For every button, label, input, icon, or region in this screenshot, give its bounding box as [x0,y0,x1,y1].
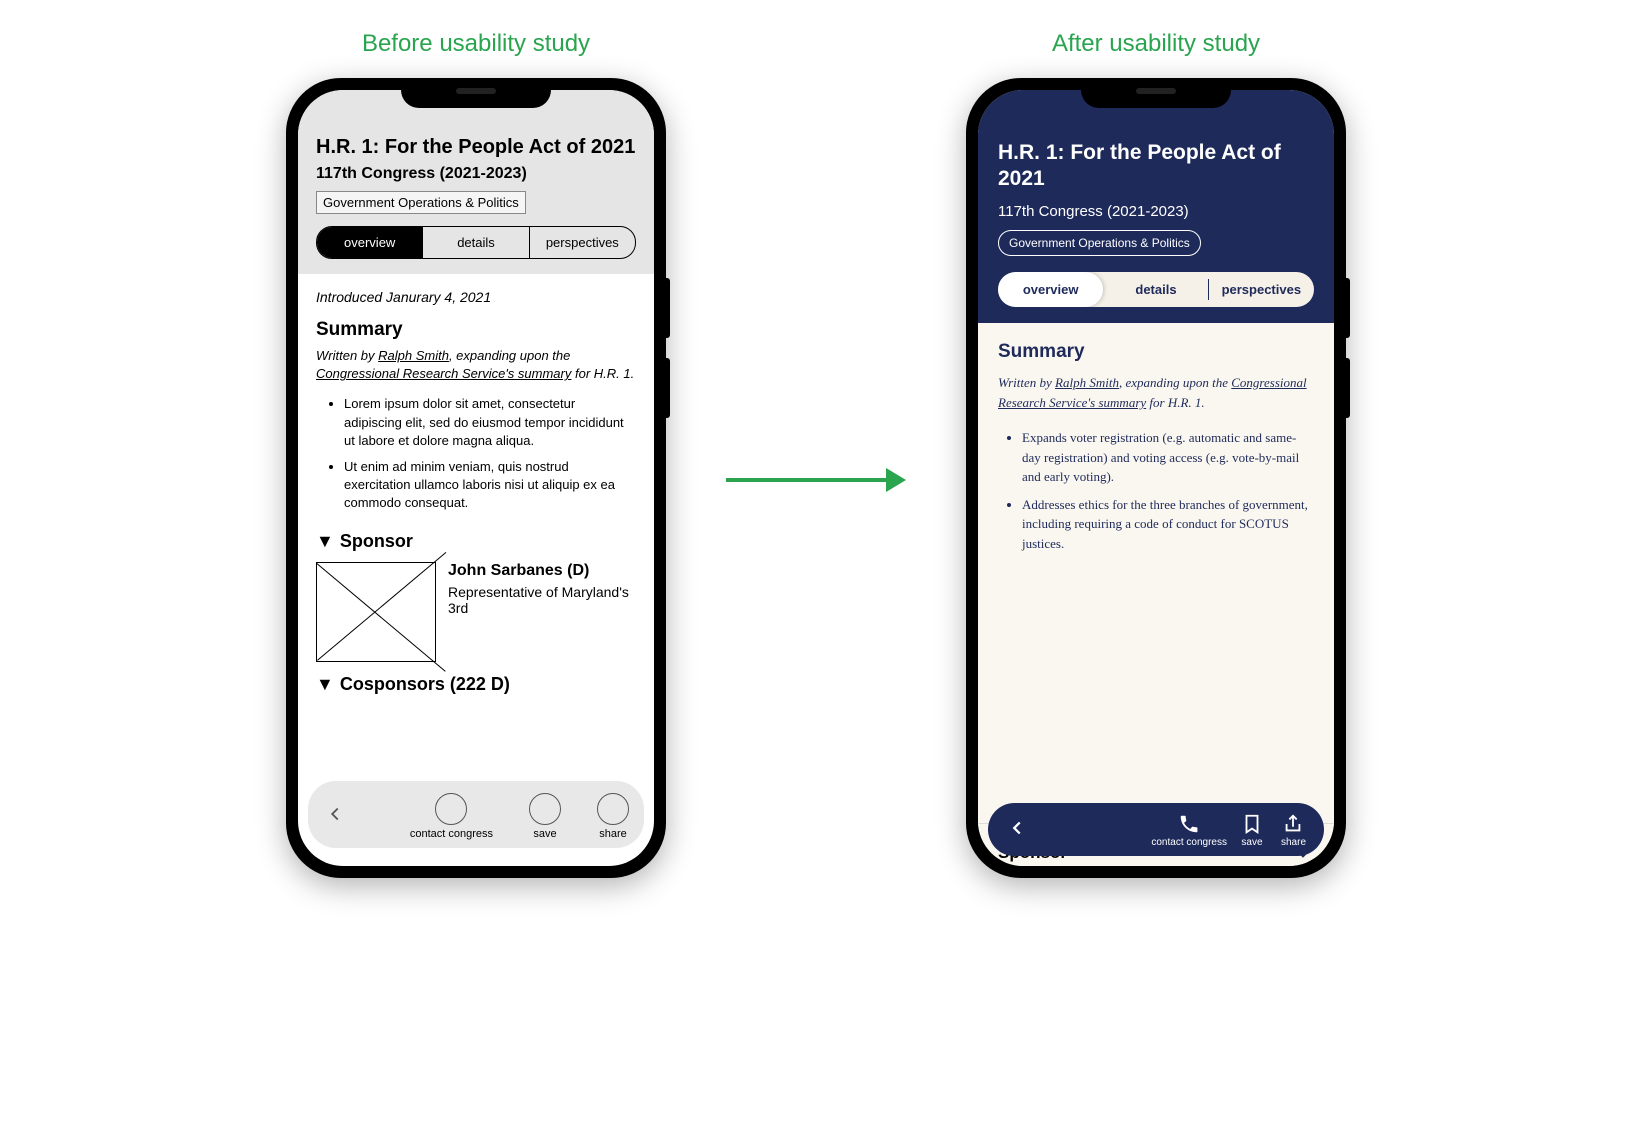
after-screen: H.R. 1: For the People Act of 2021 117th… [978,90,1334,866]
sponsor-info: John Sarbanes (D) Representative of Mary… [448,562,636,662]
before-heading: Before usability study [362,30,590,58]
share-button[interactable]: share [597,793,629,840]
circle-icon [597,793,629,825]
before-header: H.R. 1: For the People Act of 2021 117th… [298,90,654,274]
image-placeholder [316,562,436,662]
sponsor-name: John Sarbanes (D) [448,562,636,580]
share-button[interactable]: share [1281,813,1306,848]
share-icon [1282,813,1304,835]
bookmark-icon [1241,813,1263,835]
summary-bullet: Ut enim ad minim veniam, quis nostrud ex… [344,458,636,513]
before-column: Before usability study H.R. 1: For the P… [286,30,666,878]
summary-heading: Summary [998,341,1314,363]
before-phone-frame: H.R. 1: For the People Act of 2021 117th… [286,78,666,878]
arrow-right-icon [726,468,906,492]
after-heading: After usability study [1052,30,1260,58]
crs-summary-link[interactable]: Congressional Research Service's summary [316,366,571,381]
before-body: Introduced Janurary 4, 2021 Summary Writ… [298,274,654,710]
summary-bullet: Addresses ethics for the three branches … [1022,495,1314,554]
summary-bullets: Lorem ipsum dolor sit amet, consectetur … [316,395,636,512]
tab-bar: overview details perspectives [998,272,1314,307]
tab-perspectives[interactable]: perspectives [1209,272,1314,307]
tab-details[interactable]: details [1103,272,1208,307]
introduced-date: Introduced Janurary 4, 2021 [316,289,636,305]
congress-subtitle: 117th Congress (2021-2023) [998,203,1314,220]
sponsor-row: John Sarbanes (D) Representative of Mary… [316,562,636,662]
save-button[interactable]: save [529,793,561,840]
tab-perspectives[interactable]: perspectives [530,227,635,258]
summary-byline: Written by Ralph Smith, expanding upon t… [998,373,1314,415]
tab-overview[interactable]: overview [998,272,1103,307]
cosponsors-section-header[interactable]: ▼ Cosponsors (222 D) [316,674,636,695]
summary-heading: Summary [316,319,636,341]
tab-bar: overview details perspectives [316,226,636,259]
back-button[interactable] [1002,817,1032,845]
summary-bullet: Lorem ipsum dolor sit amet, consectetur … [344,395,636,450]
tab-details[interactable]: details [423,227,529,258]
tab-overview[interactable]: overview [317,227,423,258]
phone-icon [1178,813,1200,835]
after-column: After usability study H.R. 1: For the Pe… [966,30,1346,878]
after-body: Summary Written by Ralph Smith, expandin… [978,323,1334,823]
arrow-column [726,30,906,930]
circle-icon [435,793,467,825]
summary-bullets: Expands voter registration (e.g. automat… [998,428,1314,553]
triangle-down-icon: ▼ [316,674,334,695]
after-phone-frame: H.R. 1: For the People Act of 2021 117th… [966,78,1346,878]
contact-congress-button[interactable]: contact congress [410,793,493,840]
back-button[interactable] [318,803,352,831]
circle-icon [529,793,561,825]
sponsor-desc: Representative of Maryland's 3rd [448,584,636,616]
phone-notch [401,78,551,108]
chevron-left-icon [1006,817,1028,839]
triangle-down-icon: ▼ [316,531,334,552]
sponsor-section-header[interactable]: ▼ Sponsor [316,531,636,552]
phone-notch [1081,78,1231,108]
summary-bullet: Expands voter registration (e.g. automat… [1022,428,1314,487]
after-header: H.R. 1: For the People Act of 2021 117th… [978,90,1334,323]
author-link[interactable]: Ralph Smith [1055,375,1119,390]
save-button[interactable]: save [1241,813,1263,848]
bill-title: H.R. 1: For the People Act of 2021 [998,140,1314,193]
before-screen: H.R. 1: For the People Act of 2021 117th… [298,90,654,866]
bottom-bar: contact congress save share [308,781,644,848]
bottom-bar: contact congress save share [988,803,1324,856]
congress-subtitle: 117th Congress (2021-2023) [316,165,636,183]
chevron-left-icon [324,803,346,825]
category-tag[interactable]: Government Operations & Politics [998,230,1201,256]
author-link[interactable]: Ralph Smith [378,348,449,363]
summary-byline: Written by Ralph Smith, expanding upon t… [316,347,636,383]
contact-congress-button[interactable]: contact congress [1151,813,1227,848]
bill-title: H.R. 1: For the People Act of 2021 [316,135,636,159]
category-tag[interactable]: Government Operations & Politics [316,191,526,214]
